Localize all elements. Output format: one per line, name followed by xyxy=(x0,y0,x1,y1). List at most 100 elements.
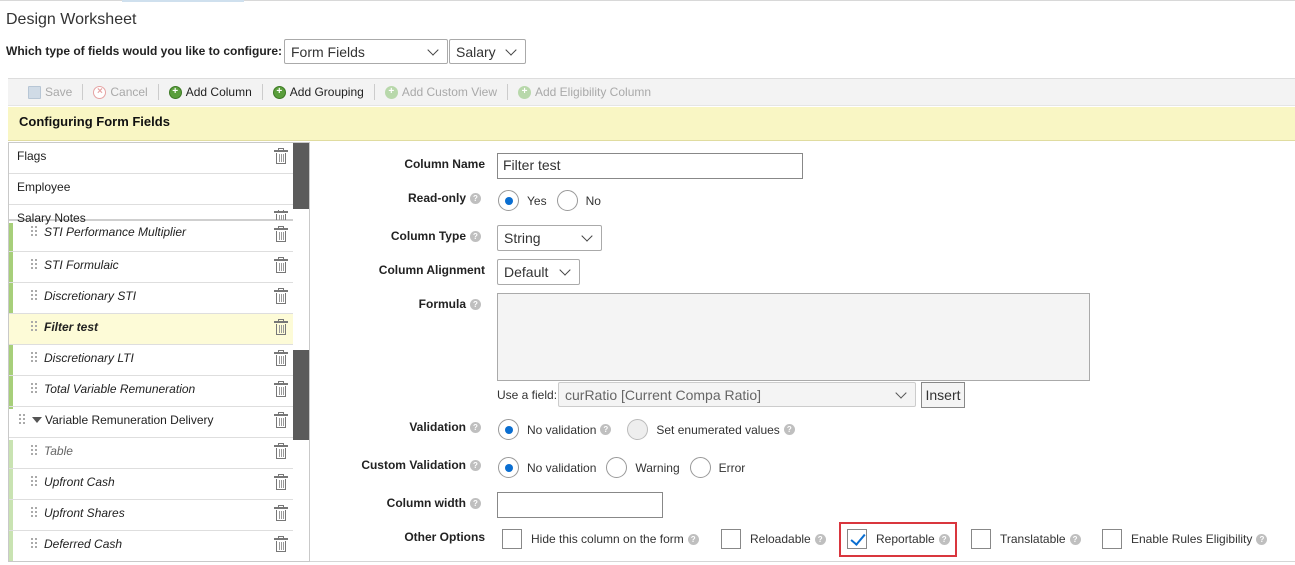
custom-validation-warning-radio[interactable] xyxy=(606,457,628,478)
translatable-option[interactable]: Translatable? xyxy=(971,529,1081,549)
add-icon: + xyxy=(517,85,531,99)
help-icon[interactable]: ? xyxy=(1256,533,1268,545)
help-icon[interactable]: ? xyxy=(600,424,612,435)
grip-icon[interactable] xyxy=(31,507,39,521)
list-group-item[interactable]: Variable Remuneration Delivery xyxy=(9,407,293,438)
list-item-label: Table xyxy=(44,444,73,458)
validation-none-option[interactable]: No validation? xyxy=(498,419,612,440)
grip-icon[interactable] xyxy=(31,226,39,240)
read-only-no-radio[interactable] xyxy=(556,190,578,211)
list-item[interactable]: Upfront Cash xyxy=(9,469,293,500)
column-name-input[interactable]: Filter test xyxy=(497,153,803,179)
custom-validation-none-radio[interactable] xyxy=(498,457,519,478)
grip-icon[interactable] xyxy=(31,259,39,273)
grip-icon[interactable] xyxy=(31,383,39,397)
translatable-checkbox[interactable] xyxy=(971,529,991,549)
trash-icon[interactable] xyxy=(274,210,288,220)
rules-eligibility-option[interactable]: Enable Rules Eligibility? xyxy=(1102,529,1268,549)
list-item[interactable]: Employee xyxy=(9,174,293,205)
grip-icon[interactable] xyxy=(31,538,39,552)
column-alignment-value: Default xyxy=(504,264,549,280)
grip-icon[interactable] xyxy=(31,321,39,335)
help-icon[interactable]: ? xyxy=(470,193,481,205)
hide-column-checkbox[interactable] xyxy=(502,529,522,549)
list-item-label: Filter test xyxy=(44,320,99,334)
grip-icon[interactable] xyxy=(31,290,39,304)
chevron-down-icon xyxy=(559,264,571,276)
help-icon[interactable]: ? xyxy=(814,533,826,545)
trash-icon[interactable] xyxy=(274,350,288,367)
read-only-yes-radio[interactable] xyxy=(498,190,519,211)
list-item-selected[interactable]: Filter test xyxy=(9,314,293,345)
add-grouping-button[interactable]: + Add Grouping xyxy=(269,84,375,100)
custom-validation-error-radio[interactable] xyxy=(689,457,711,478)
trash-icon[interactable] xyxy=(274,319,288,336)
reportable-highlight-box xyxy=(839,522,957,557)
add-column-button[interactable]: + Add Column xyxy=(165,84,263,100)
list-item[interactable]: Deferred Cash xyxy=(9,531,293,561)
field-subtype-select-value: Salary xyxy=(456,43,496,60)
translatable-label: Translatable xyxy=(1000,532,1066,546)
custom-validation-error-option[interactable]: Error xyxy=(689,457,745,478)
list-item-label: Flags xyxy=(17,149,47,163)
field-type-select[interactable]: Form Fields xyxy=(284,39,448,64)
reloadable-option[interactable]: Reloadable? xyxy=(721,529,826,549)
use-field-label: Use a field: xyxy=(497,388,558,402)
column-width-label-text: Column width xyxy=(386,496,466,510)
grip-icon[interactable] xyxy=(19,414,27,428)
column-width-input[interactable] xyxy=(497,492,663,518)
insert-button[interactable]: Insert xyxy=(921,382,965,408)
validation-enum-option[interactable]: Set enumerated values? xyxy=(627,419,795,440)
custom-validation-none-option[interactable]: No validation xyxy=(498,457,596,478)
other-options-label: Other Options xyxy=(404,530,485,544)
list-item[interactable]: Salary Notes xyxy=(9,205,293,225)
reloadable-checkbox[interactable] xyxy=(721,529,741,549)
list-item[interactable]: Total Variable Remuneration xyxy=(9,376,293,407)
add-custom-view-button[interactable]: + Add Custom View xyxy=(381,84,508,100)
read-only-no-option[interactable]: No xyxy=(556,190,601,211)
column-type-select[interactable]: String xyxy=(497,225,602,251)
triangle-down-icon[interactable] xyxy=(32,417,42,423)
list-item[interactable]: Table xyxy=(9,438,293,469)
list-item[interactable]: Flags xyxy=(9,143,293,174)
formula-textarea[interactable] xyxy=(497,293,1090,381)
help-icon[interactable]: ? xyxy=(470,299,481,311)
read-only-label-text: Read-only xyxy=(407,191,466,205)
validation-none-radio[interactable] xyxy=(498,419,519,440)
read-only-radio-group: Yes No xyxy=(498,190,611,211)
add-eligibility-column-button[interactable]: + Add Eligibility Column xyxy=(514,84,661,100)
column-alignment-select[interactable]: Default xyxy=(497,259,580,285)
help-icon[interactable]: ? xyxy=(470,460,481,472)
save-button[interactable]: Save xyxy=(24,84,84,100)
help-icon[interactable]: ? xyxy=(783,424,795,435)
hide-column-option[interactable]: Hide this column on the form? xyxy=(502,529,699,549)
custom-validation-warning-option[interactable]: Warning xyxy=(606,457,680,478)
save-label: Save xyxy=(45,85,73,99)
list-item[interactable]: Discretionary STI xyxy=(9,283,293,314)
field-subtype-select[interactable]: Salary xyxy=(449,39,526,64)
chevron-down-icon xyxy=(581,230,593,242)
help-icon[interactable]: ? xyxy=(470,498,481,510)
grip-icon[interactable] xyxy=(31,445,39,459)
list-item[interactable]: STI Performance Multiplier xyxy=(9,221,293,252)
rules-eligibility-checkbox[interactable] xyxy=(1102,529,1122,549)
validation-enum-radio[interactable] xyxy=(627,419,649,440)
grip-icon[interactable] xyxy=(31,352,39,366)
list-item[interactable]: Upfront Shares xyxy=(9,500,293,531)
help-icon[interactable]: ? xyxy=(687,533,699,545)
list-item[interactable]: STI Formulaic xyxy=(9,252,293,283)
column-type-label: Column Type? xyxy=(281,229,481,243)
configuring-banner: Configuring Form Fields xyxy=(8,107,1295,141)
read-only-yes-option[interactable]: Yes xyxy=(498,190,547,211)
help-icon[interactable]: ? xyxy=(470,231,481,243)
list-item[interactable]: Discretionary LTI xyxy=(9,345,293,376)
help-icon[interactable]: ? xyxy=(1069,533,1081,545)
use-field-select[interactable]: curRatio [Current Compa Ratio] xyxy=(558,382,916,407)
bottom-divider xyxy=(310,561,1295,562)
read-only-yes-label: Yes xyxy=(527,193,547,208)
help-icon[interactable]: ? xyxy=(470,422,481,434)
grip-icon[interactable] xyxy=(31,476,39,490)
trash-icon[interactable] xyxy=(274,381,288,398)
trash-icon[interactable] xyxy=(274,474,288,491)
cancel-button[interactable]: × Cancel xyxy=(89,84,159,100)
